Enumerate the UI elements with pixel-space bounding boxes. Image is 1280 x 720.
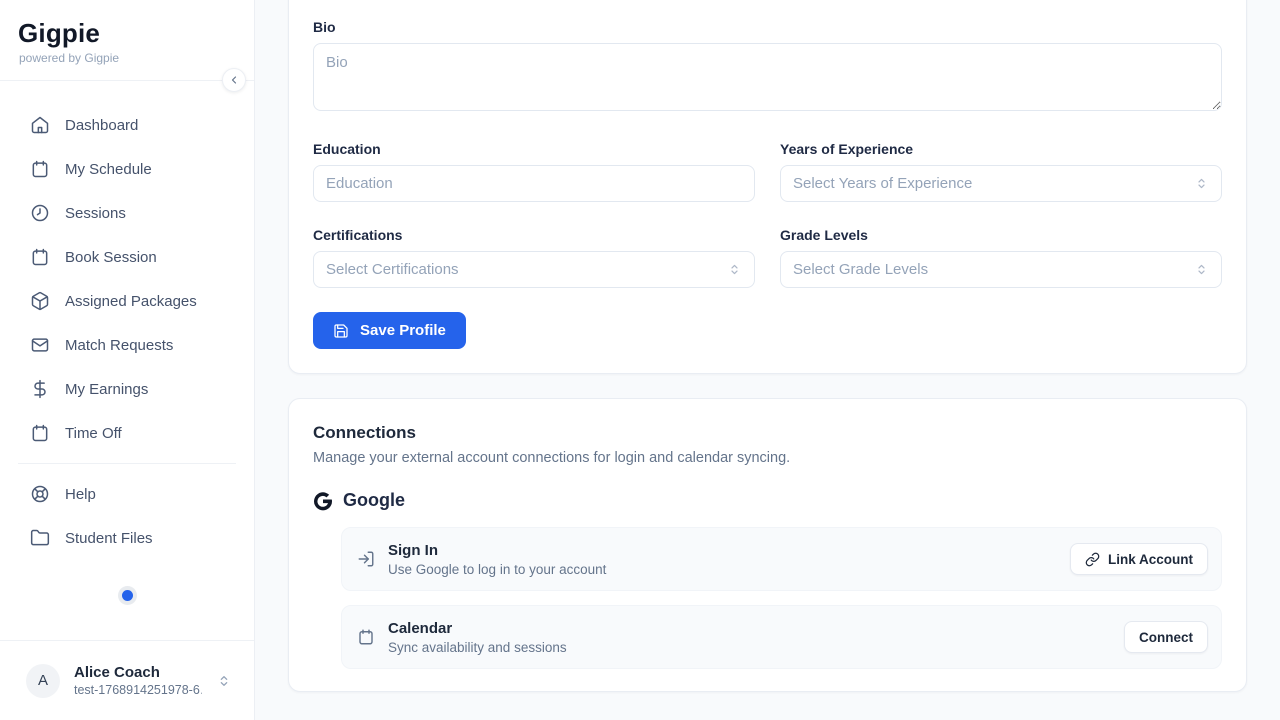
save-profile-label: Save Profile <box>360 322 446 339</box>
user-id: test-1768914251978-6… <box>74 683 202 697</box>
calendar-connection-row: Calendar Sync availability and sessions … <box>341 605 1222 669</box>
link-icon <box>1085 552 1100 567</box>
calendar-icon <box>30 423 50 443</box>
sidebar-header: Gigpie powered by Gigpie <box>0 0 254 81</box>
sign-in-title: Sign In <box>388 542 1057 559</box>
education-field-group: Education <box>313 141 755 202</box>
sidebar-item-label: Match Requests <box>65 337 173 354</box>
sidebar-item-label: My Schedule <box>65 161 152 178</box>
education-input[interactable] <box>313 165 755 202</box>
calendar-icon <box>357 628 375 646</box>
chevrons-up-down-icon <box>727 262 742 277</box>
sidebar-nav: Dashboard My Schedule Sessions Book Sess… <box>0 81 254 640</box>
experience-field-group: Years of Experience Select Years of Expe… <box>780 141 1222 202</box>
chevrons-up-down-icon <box>1194 176 1209 191</box>
sidebar-item-match-requests[interactable]: Match Requests <box>16 323 238 367</box>
sidebar-collapse-button[interactable] <box>222 68 246 92</box>
sign-in-connection-row: Sign In Use Google to log in to your acc… <box>341 527 1222 591</box>
connections-title: Connections <box>313 423 1222 443</box>
calendar-icon <box>30 247 50 267</box>
connections-subtitle: Manage your external account connections… <box>313 450 1222 466</box>
calendar-text: Calendar Sync availability and sessions <box>388 620 1111 655</box>
chevron-left-icon <box>228 74 240 86</box>
main-content: Bio Education Years of Experience Select… <box>255 0 1280 720</box>
connection-rows: Sign In Use Google to log in to your acc… <box>341 527 1222 669</box>
sidebar-item-label: Student Files <box>65 530 153 547</box>
sidebar-item-label: Book Session <box>65 249 157 266</box>
sidebar-item-label: Help <box>65 486 96 503</box>
bio-label: Bio <box>313 19 1222 35</box>
user-menu[interactable]: A Alice Coach test-1768914251978-6… <box>0 640 254 720</box>
grade-levels-select[interactable]: Select Grade Levels <box>780 251 1222 288</box>
certifications-select[interactable]: Select Certifications <box>313 251 755 288</box>
google-provider-header: Google <box>313 490 1222 511</box>
dollar-icon <box>30 379 50 399</box>
provider-name: Google <box>343 490 405 511</box>
sidebar-item-my-earnings[interactable]: My Earnings <box>16 367 238 411</box>
package-icon <box>30 291 50 311</box>
bio-textarea[interactable] <box>313 43 1222 111</box>
chevrons-up-down-icon <box>1194 262 1209 277</box>
connections-card: Connections Manage your external account… <box>288 398 1247 692</box>
sidebar-item-my-schedule[interactable]: My Schedule <box>16 147 238 191</box>
life-buoy-icon <box>30 484 50 504</box>
connect-button[interactable]: Connect <box>1124 621 1208 653</box>
sidebar-item-label: Sessions <box>65 205 126 222</box>
sidebar-item-label: Time Off <box>65 425 122 442</box>
link-account-button[interactable]: Link Account <box>1070 543 1208 575</box>
mail-icon <box>30 335 50 355</box>
sidebar-item-help[interactable]: Help <box>16 472 238 516</box>
certifications-select-value: Select Certifications <box>326 261 459 278</box>
sidebar-item-sessions[interactable]: Sessions <box>16 191 238 235</box>
app-tagline: powered by Gigpie <box>19 51 238 65</box>
certifications-label: Certifications <box>313 227 755 243</box>
status-dot <box>122 590 133 601</box>
sidebar-item-dashboard[interactable]: Dashboard <box>16 103 238 147</box>
experience-label: Years of Experience <box>780 141 1222 157</box>
calendar-description: Sync availability and sessions <box>388 640 1111 655</box>
save-profile-button[interactable]: Save Profile <box>313 312 466 349</box>
experience-select[interactable]: Select Years of Experience <box>780 165 1222 202</box>
sign-in-text: Sign In Use Google to log in to your acc… <box>388 542 1057 577</box>
calendar-title: Calendar <box>388 620 1111 637</box>
sidebar-item-book-session[interactable]: Book Session <box>16 235 238 279</box>
sidebar-item-student-files[interactable]: Student Files <box>16 516 238 560</box>
user-meta: Alice Coach test-1768914251978-6… <box>74 664 202 697</box>
profile-form-card: Bio Education Years of Experience Select… <box>288 0 1247 374</box>
user-name: Alice Coach <box>74 664 202 681</box>
certifications-field-group: Certifications Select Certifications <box>313 227 755 288</box>
sidebar-item-label: My Earnings <box>65 381 148 398</box>
clock-icon <box>30 203 50 223</box>
save-icon <box>333 323 349 339</box>
grade-levels-field-group: Grade Levels Select Grade Levels <box>780 227 1222 288</box>
sidebar-divider <box>18 463 236 464</box>
link-account-label: Link Account <box>1108 552 1193 567</box>
grade-levels-select-value: Select Grade Levels <box>793 261 928 278</box>
folder-icon <box>30 528 50 548</box>
google-g-icon <box>313 491 333 511</box>
sidebar: Gigpie powered by Gigpie Dashboard My Sc… <box>0 0 255 720</box>
app-logo: Gigpie <box>18 18 238 49</box>
education-label: Education <box>313 141 755 157</box>
sidebar-item-label: Assigned Packages <box>65 293 197 310</box>
home-icon <box>30 115 50 135</box>
avatar: A <box>26 664 60 698</box>
chevrons-up-down-icon <box>216 673 232 689</box>
log-in-icon <box>357 550 375 568</box>
experience-select-value: Select Years of Experience <box>793 175 972 192</box>
sidebar-item-assigned-packages[interactable]: Assigned Packages <box>16 279 238 323</box>
sidebar-item-label: Dashboard <box>65 117 138 134</box>
sign-in-description: Use Google to log in to your account <box>388 562 1057 577</box>
sidebar-item-time-off[interactable]: Time Off <box>16 411 238 455</box>
grade-levels-label: Grade Levels <box>780 227 1222 243</box>
connect-label: Connect <box>1139 630 1193 645</box>
calendar-icon <box>30 159 50 179</box>
